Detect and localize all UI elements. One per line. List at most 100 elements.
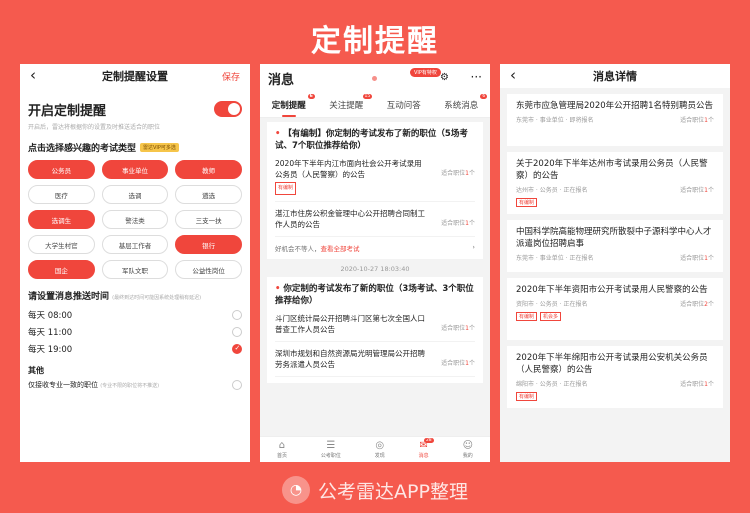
fit-label: 适合职位 (680, 187, 705, 194)
exam-type-chip[interactable]: 基层工作者 (101, 235, 169, 254)
tab-badge: 6 (480, 93, 488, 99)
tabbar-item[interactable]: ☰ 公考职位 (321, 440, 341, 459)
view-all-exams-link[interactable]: 查看全部考试 (321, 245, 360, 253)
card1-foot-text: 好机会不等人， (275, 245, 321, 253)
tabbar-item[interactable]: ✉ 消息 28 (419, 438, 434, 459)
exam-type-chip[interactable]: 选调 (101, 185, 169, 204)
footer: ◔ 公考雷达APP整理 (0, 476, 750, 504)
card1-footer[interactable]: 好机会不等人，查看全部考试 › (275, 237, 475, 253)
major-match-radio[interactable] (232, 380, 242, 390)
footer-text: 公考雷达APP整理 (318, 480, 468, 503)
radar-logo-icon: ◔ (282, 476, 311, 504)
detail-card[interactable]: 2020年下半年资阳市公开考试录用人民警察的公告 资阳市 · 公务员 · 正在报名… (507, 278, 723, 340)
fit-label: 适合职位 (680, 117, 705, 124)
reminder-card-1[interactable]: • 【有编制】你定制的考试发布了新的职位（5场考试、7个职位推荐给你） 2020… (267, 122, 483, 259)
major-match-row[interactable]: 仅接收专业一致的职位 (专业不限的职位将不推送) (20, 376, 250, 390)
tabbar-label: 首页 (276, 453, 287, 459)
fit-label: 适合职位 (680, 255, 705, 262)
push-time-label: 每天 11:00 (28, 327, 73, 338)
back-icon[interactable]: ‹ (30, 66, 36, 84)
detail-title-text: 2020年下半年资阳市公开考试录用人民警察的公告 (516, 285, 708, 295)
job-row[interactable]: 斗门区统计局公开招聘斗门区第七次全国人口普查工作人员公告 适合职位1个 (275, 307, 475, 342)
exam-type-chip[interactable]: 大学生村官 (28, 235, 95, 254)
vip-badge[interactable]: VIP有特权 (410, 68, 441, 77)
fit-unit: 个 (707, 301, 714, 308)
detail-meta: 达州市 · 公务员 · 正在报名 适合职位1个 (516, 185, 714, 194)
settings-gear-icon[interactable]: ⚙ (440, 72, 449, 83)
fit-label: 适合职位 (680, 381, 705, 388)
detail-card[interactable]: 关于2020年下半年达州市考试录用公务员（人民警察）的公告达州市 · 公务员 ·… (507, 152, 723, 214)
fit-unit: 个 (468, 170, 475, 177)
exam-type-chip[interactable]: 军队文职 (101, 260, 169, 279)
detail-meta: 资阳市 · 公务员 · 正在报名 适合职位2个 (516, 299, 714, 308)
tabbar-item[interactable]: ☺ 我的 (463, 440, 473, 459)
exam-type-chip[interactable]: 医疗 (28, 185, 95, 204)
detail-title-text: 关于2020年下半年达州市考试录用公务员（人民警察）的公告 (516, 159, 708, 181)
tab-badge: 15 (362, 93, 373, 99)
exam-type-chip[interactable]: 警法类 (101, 210, 169, 229)
job-title: 斗门区统计局公开招聘斗门区第七次全国人口普查工作人员公告 (275, 314, 425, 334)
reminder-card-2[interactable]: • 你定制的考试发布了新的职位（3场考试、3个职位推荐给你） 斗门区统计局公开招… (267, 277, 483, 383)
push-time-radio[interactable] (232, 309, 242, 320)
push-time-option[interactable]: 每天 11:00 (20, 323, 250, 340)
job-info: 深圳市规划和自然资源局光明管理局公开招聘劳务派遣人员公告 (275, 348, 425, 370)
push-time-radio[interactable] (232, 343, 242, 354)
push-time-label: 每天 19:00 (28, 344, 73, 355)
message-tabs: 定制提醒 6 关注提醒 15 互动问答 系统消息 6 (260, 92, 490, 118)
exam-type-chip[interactable]: 选调生 (28, 210, 95, 229)
messages-screen: 消息 VIP有特权 ⚙ ··· 定制提醒 6 关注提醒 15 互动问答 系统消息 6 • 【… (260, 64, 490, 462)
tab-message[interactable]: 定制提醒 6 (272, 93, 315, 117)
exam-type-chip[interactable]: 教师 (175, 160, 242, 179)
exam-type-chip[interactable]: 三支一扶 (175, 210, 242, 229)
tab-message[interactable]: 系统消息 6 (444, 93, 488, 111)
job-row[interactable]: 深圳市规划和自然资源局光明管理局公开招聘劳务派遣人员公告 适合职位1个 (275, 342, 475, 377)
detail-title: 消息详情 (593, 70, 637, 83)
more-icon[interactable]: ··· (471, 70, 482, 84)
settings-screen: ‹ 定制提醒设置 保存 开启定制提醒 开启后，雷达将根据你的设置及时推送适合的职… (20, 64, 250, 462)
exam-type-chip[interactable]: 遴选 (175, 185, 242, 204)
settings-title: 定制提醒设置 (102, 70, 168, 83)
detail-meta-text: 东莞市 · 事业单位 · 即将报名 (516, 117, 594, 124)
tabbar-label: 公考职位 (320, 453, 341, 459)
tab-message[interactable]: 关注提醒 15 (329, 93, 373, 111)
save-button[interactable]: 保存 (222, 70, 240, 83)
exam-type-chip[interactable]: 公益性岗位 (175, 260, 242, 279)
job-tag: 有编制 (275, 182, 297, 195)
tab-message[interactable]: 互动问答 (387, 99, 421, 111)
push-time-option[interactable]: 每天 08:00 (20, 306, 250, 323)
tabbar-label: 我的 (462, 453, 473, 459)
fit-count: 适合职位1个 (441, 358, 475, 367)
back-icon[interactable]: ‹ (510, 66, 516, 84)
exam-type-chip[interactable]: 银行 (175, 235, 242, 254)
detail-meta-text: 东莞市 · 事业单位 · 正在报名 (516, 255, 594, 262)
fit-count: 适合职位1个 (680, 115, 714, 124)
push-time-list: 每天 08:00 每天 11:00 每天 19:00 (20, 302, 250, 357)
tab-label: 关注提醒 (329, 100, 364, 111)
card1-job-list: 2020年下半年内江市面向社会公开考试录用公务员（人民警察）的公告 有编制 适合职位… (275, 152, 475, 237)
enable-reminder-row: 开启定制提醒 开启后，雷达将根据你的设置及时推送适合的职位 (20, 88, 250, 131)
exam-type-chip[interactable]: 国企 (28, 260, 95, 279)
detail-card[interactable]: 中国科学院高能物理研究所散裂中子源科学中心人才派遣岗位招聘启事 东莞市 · 事业单… (507, 220, 723, 272)
push-time-note: (最终到达时间可能因系统处理稍有延迟) (112, 295, 202, 301)
tabbar-badge: 28 (423, 438, 434, 443)
home-icon: ⌂ (278, 440, 286, 451)
push-time-title: 请设置消息推送时间 (最终到达时间可能因系统处理稍有延迟) (20, 279, 250, 302)
job-row[interactable]: 湛江市住房公积金管理中心公开招聘合同制工作人员的公告 适合职位1个 (275, 202, 475, 237)
detail-card[interactable]: 2020年下半年绵阳市公开考试录用公安机关公务员（人民警察）的公告 绵阳市 · 公… (507, 346, 723, 408)
detail-tag: 有编制 (516, 198, 538, 207)
job-row[interactable]: 2020年下半年内江市面向社会公开考试录用公务员（人民警察）的公告 有编制 适合职位… (275, 152, 475, 202)
job-title: 深圳市规划和自然资源局光明管理局公开招聘劳务派遣人员公告 (275, 349, 425, 369)
tabbar-item[interactable]: ◎ 发现 (375, 440, 385, 459)
tabbar-item[interactable]: ⌂ 首页 (277, 440, 287, 459)
exam-type-chip[interactable]: 事业单位 (101, 160, 169, 179)
exam-type-chip[interactable]: 公务员 (28, 160, 95, 179)
push-time-label: 每天 08:00 (28, 310, 73, 321)
enable-reminder-toggle[interactable] (214, 101, 242, 117)
fit-count: 适合职位1个 (441, 323, 475, 332)
detail-title-text: 东莞市应急管理局2020年公开招聘1名特别聘员公告 (516, 101, 714, 111)
push-time-radio[interactable] (232, 326, 242, 337)
detail-card[interactable]: 东莞市应急管理局2020年公开招聘1名特别聘员公告 东莞市 · 事业单位 · 即将… (507, 94, 723, 146)
indicator-dot (372, 76, 377, 81)
push-time-option[interactable]: 每天 19:00 (20, 340, 250, 357)
fit-count: 适合职位1个 (441, 218, 475, 227)
